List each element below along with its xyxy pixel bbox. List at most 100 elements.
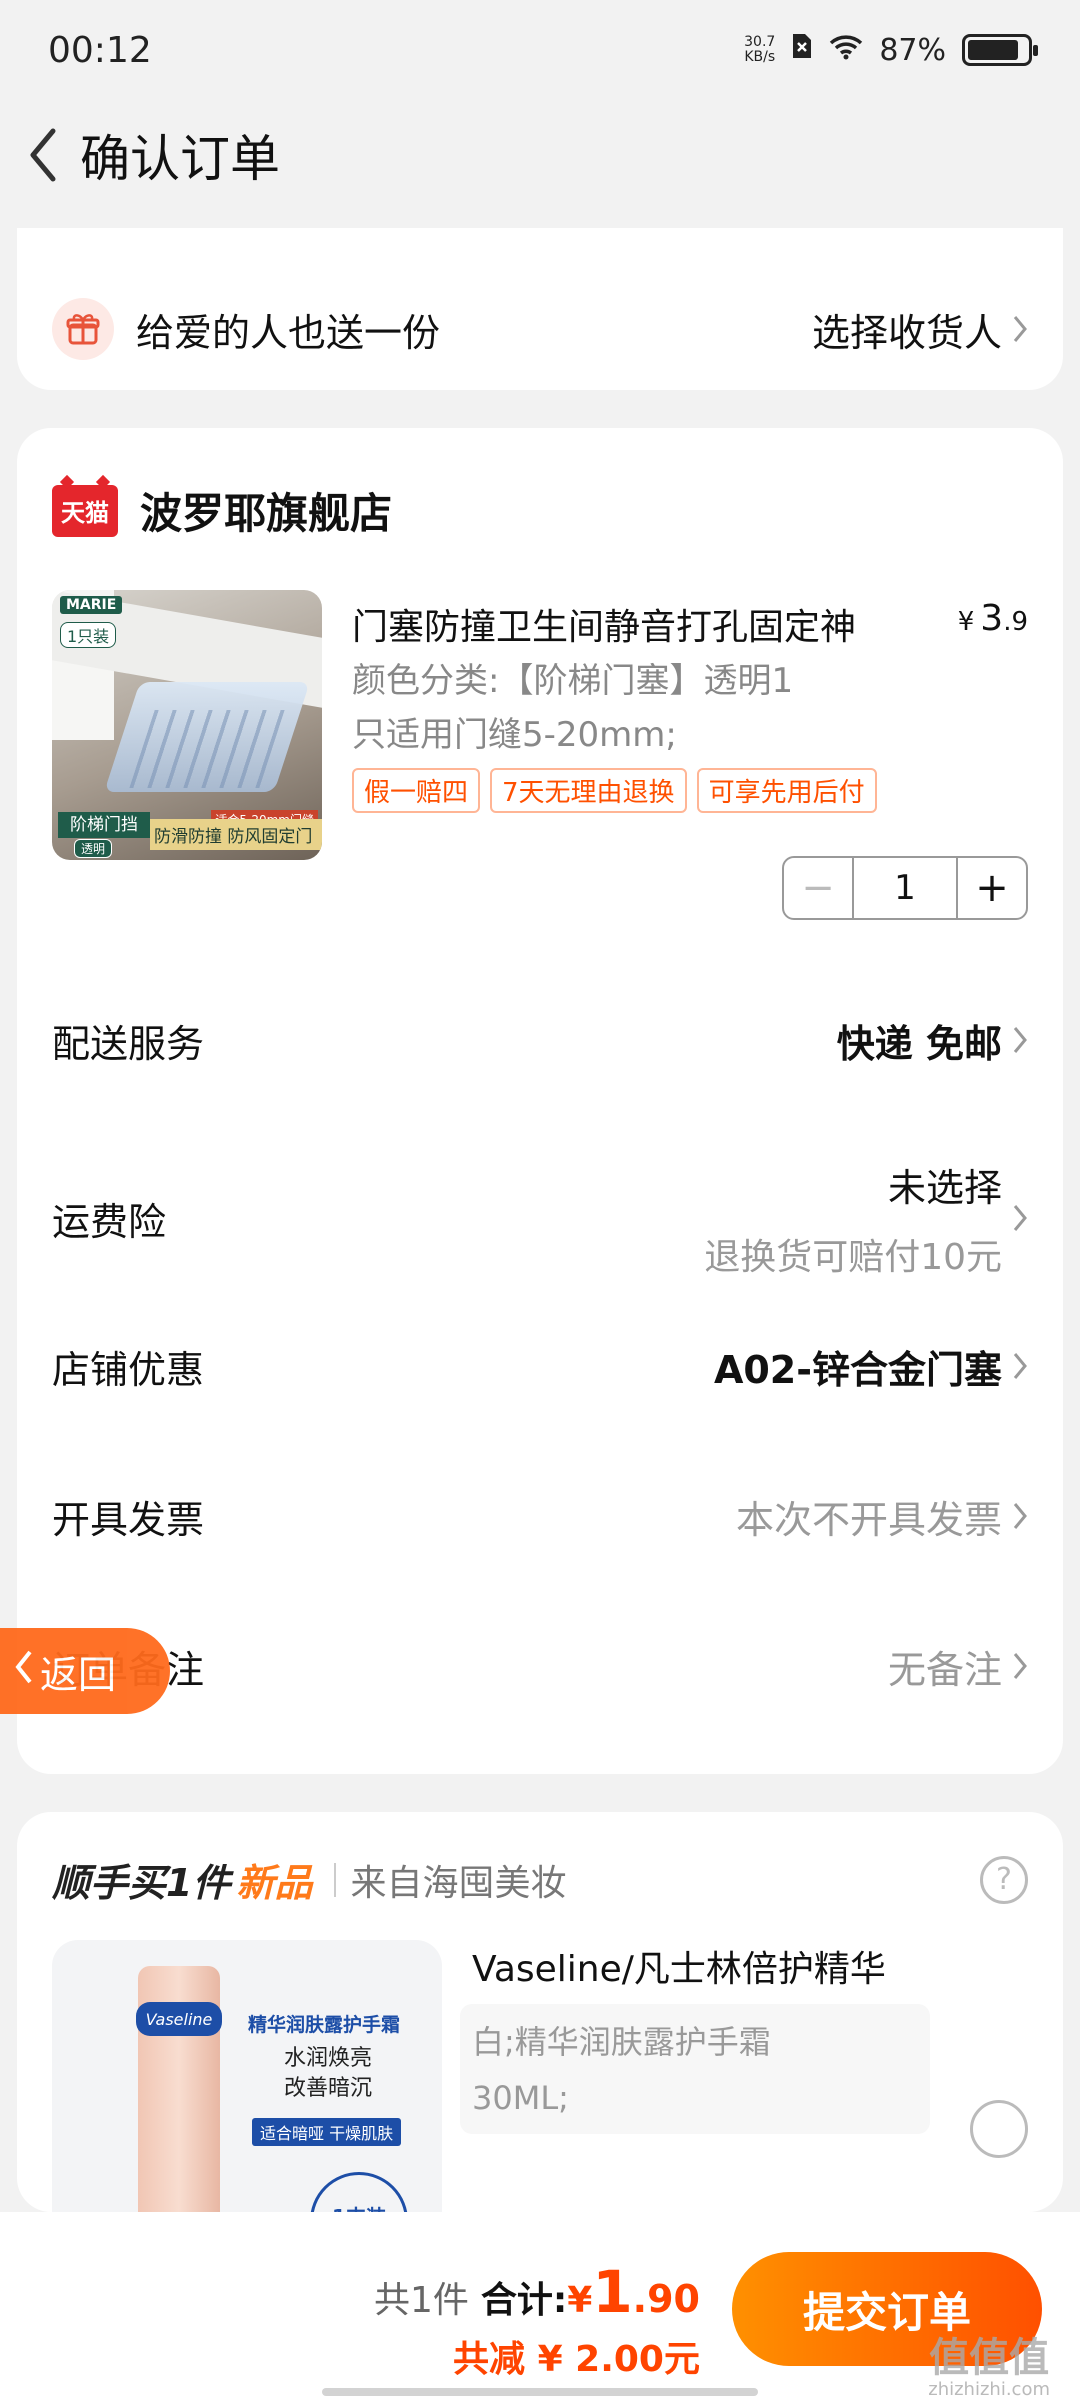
product-image-benefit: 改善暗沉 (284, 2076, 373, 2101)
chevron-right-icon (1012, 1351, 1028, 1381)
note-right: 无备注 (888, 1639, 1028, 1694)
recommend-product-spec[interactable]: 白;精华润肤露护手霜 30ML; (460, 2004, 930, 2134)
decrease-button[interactable]: − (784, 858, 854, 918)
product-title[interactable]: 门塞防撞卫生间静音打孔固定神 (352, 598, 856, 650)
discount-label: 店铺优惠 (52, 1347, 205, 1392)
help-icon[interactable]: ? (980, 1855, 1028, 1904)
order-card: 天猫 波罗耶旗舰店 MARIE 1只装 适合5-20mm门缝 阶梯门挡 透明 防… (17, 428, 1063, 1774)
insurance-right: 未选择 退换货可赔付10元 (704, 1157, 1028, 1280)
total-dec: .90 (632, 2277, 700, 2321)
invoice-value: 本次不开具发票 (735, 1497, 1002, 1542)
shop-discount-row[interactable]: 店铺优惠 A02-锌合金门塞 (52, 1326, 1028, 1406)
invoice-right: 本次不开具发票 (736, 1489, 1028, 1544)
gift-card: 给爱的人也送一份 选择收货人 (17, 228, 1063, 390)
increase-button[interactable]: + (956, 858, 1026, 918)
invoice-row[interactable]: 开具发票 本次不开具发票 (52, 1476, 1028, 1556)
product-image-benefit: 水润焕亮 (284, 2046, 373, 2071)
net-speed-unit: KB/s (744, 49, 776, 65)
recommend-card: 顺手买1件 新品 来自海囤美妆 ? Vaseline 精华润肤露护手霜 水润焕亮… (17, 1812, 1063, 2240)
product-image-stopper-ribs (129, 710, 285, 788)
total-line: 共1件 合计: ¥1.90 (374, 2258, 700, 2326)
watermark-text: 值值值 (929, 2335, 1050, 2381)
product-spec[interactable]: 颜色分类:【阶梯门塞】透明1 只适用门缝5-20mm; (352, 654, 912, 762)
recommend-header: 顺手买1件 新品 来自海囤美妆 ? (52, 1852, 1028, 1907)
discount-value: A02-锌合金门塞 (713, 1347, 1002, 1392)
delivery-row[interactable]: 配送服务 快递 免邮 (52, 1000, 1028, 1080)
select-recipient-link[interactable]: 选择收货人 (812, 302, 1028, 357)
delivery-value: 快递 免邮 (836, 1021, 1002, 1066)
wifi-icon (829, 33, 863, 68)
order-note-row[interactable]: 订单备注 无备注 (52, 1626, 1028, 1706)
product-image-skin: 适合暗哑 干燥肌肤 (252, 2118, 402, 2146)
gift-icon (52, 298, 114, 360)
total-label: 合计: (480, 2280, 568, 2321)
recommend-new-label: 新品 (236, 1861, 313, 1905)
home-indicator[interactable] (322, 2388, 758, 2396)
product-image-feature: 防滑防撞 防风固定门 (150, 819, 322, 850)
floating-back-button[interactable]: 返回 (0, 1628, 170, 1714)
discount-right: A02-锌合金门塞 (714, 1339, 1028, 1394)
gift-label: 给爱的人也送一份 (136, 310, 441, 355)
order-totals: 共1件 合计: ¥1.90 共减 ¥ 2.00元 (374, 2258, 700, 2382)
status-time: 00:12 (48, 29, 152, 71)
watermark-sub: zhizhizhi.com (928, 2379, 1050, 2400)
total-price: ¥1.90 (567, 2258, 700, 2326)
service-tags: 假一赔四 7天无理由退换 可享先用后付 (352, 768, 877, 813)
tag-7day-return: 7天无理由退换 (490, 768, 687, 813)
bottom-bar: 共1件 合计: ¥1.90 共减 ¥ 2.00元 提交订单 值值值 zhizhi… (0, 2212, 1080, 2400)
chevron-left-icon (14, 1649, 34, 1694)
product-image-count: 1只装 (60, 622, 117, 648)
divider (334, 1862, 337, 1897)
shop-header[interactable]: 天猫 波罗耶旗舰店 (52, 480, 392, 541)
product-image-brand: MARIE (60, 596, 123, 614)
spec-line: 颜色分类:【阶梯门塞】透明1 (352, 661, 794, 701)
spec-line: 白;精华润肤露护手霜 (472, 2023, 771, 2061)
nav-bar: 确认订单 (0, 110, 1080, 200)
net-speed-value: 30.7 (744, 34, 776, 50)
chevron-right-icon (1012, 1501, 1028, 1531)
chevron-right-icon (1012, 1203, 1028, 1233)
gift-row[interactable]: 给爱的人也送一份 选择收货人 (52, 296, 1028, 362)
price-int: 3 (980, 598, 1004, 639)
sim-off-icon (791, 32, 813, 68)
back-arrow-icon[interactable] (12, 120, 72, 190)
price-symbol: ¥ (957, 607, 975, 637)
net-speed: 30.7 KB/s (744, 35, 775, 65)
product-image-logo: Vaseline (136, 2002, 222, 2036)
product-image-label: 阶梯门挡 (58, 812, 150, 838)
spec-line: 只适用门缝5-20mm; (352, 715, 677, 755)
shipping-insurance-row[interactable]: 运费险 未选择 退换货可赔付10元 (52, 1158, 1028, 1278)
battery-level (968, 40, 1019, 60)
total-count: 共1件 (373, 2280, 469, 2321)
select-recipient-label: 选择收货人 (811, 310, 1002, 355)
recommend-product-name[interactable]: Vaseline/凡士林倍护精华 (472, 1940, 886, 1992)
chevron-right-icon (1012, 1025, 1028, 1055)
status-icons: 30.7 KB/s 87% (744, 32, 1038, 68)
insurance-sub: 退换货可赔付10元 (704, 1236, 1002, 1278)
note-value: 无备注 (887, 1647, 1002, 1692)
total-symbol: ¥ (567, 2280, 593, 2321)
page-title: 确认订单 (80, 130, 280, 188)
total-int: 1 (592, 2258, 633, 2326)
tag-pay-later: 可享先用后付 (696, 768, 877, 813)
floating-back-label: 返回 (40, 1652, 117, 1697)
battery-percent: 87% (879, 32, 946, 68)
shop-name: 波罗耶旗舰店 (140, 489, 393, 538)
status-bar: 00:12 30.7 KB/s 87% (0, 0, 1080, 100)
tmall-logo: 天猫 (52, 484, 118, 537)
product-image[interactable]: MARIE 1只装 适合5-20mm门缝 阶梯门挡 透明 防滑防撞 防风固定门 (52, 590, 322, 860)
price-dec: .9 (1003, 607, 1028, 637)
recommend-select-radio[interactable] (970, 2100, 1028, 2158)
watermark: 值值值 zhizhizhi.com (928, 2338, 1050, 2400)
product-image-caption: 精华润肤露护手霜 (248, 2014, 401, 2036)
quantity-value[interactable]: 1 (854, 858, 956, 918)
quantity-stepper: − 1 + (782, 856, 1028, 920)
spec-line: 30ML; (472, 2079, 569, 2117)
invoice-label: 开具发票 (52, 1497, 205, 1542)
recommend-from: 来自海囤美妆 (350, 1862, 567, 1904)
insurance-values: 未选择 退换货可赔付10元 (704, 1157, 1002, 1280)
delivery-right: 快递 免邮 (837, 1013, 1028, 1068)
delivery-label: 配送服务 (52, 1021, 205, 1066)
product-price: ¥3.9 (958, 598, 1028, 639)
recommend-product-image[interactable]: Vaseline 精华润肤露护手霜 水润焕亮 改善暗沉 适合暗哑 干燥肌肤 1支… (52, 1940, 442, 2240)
